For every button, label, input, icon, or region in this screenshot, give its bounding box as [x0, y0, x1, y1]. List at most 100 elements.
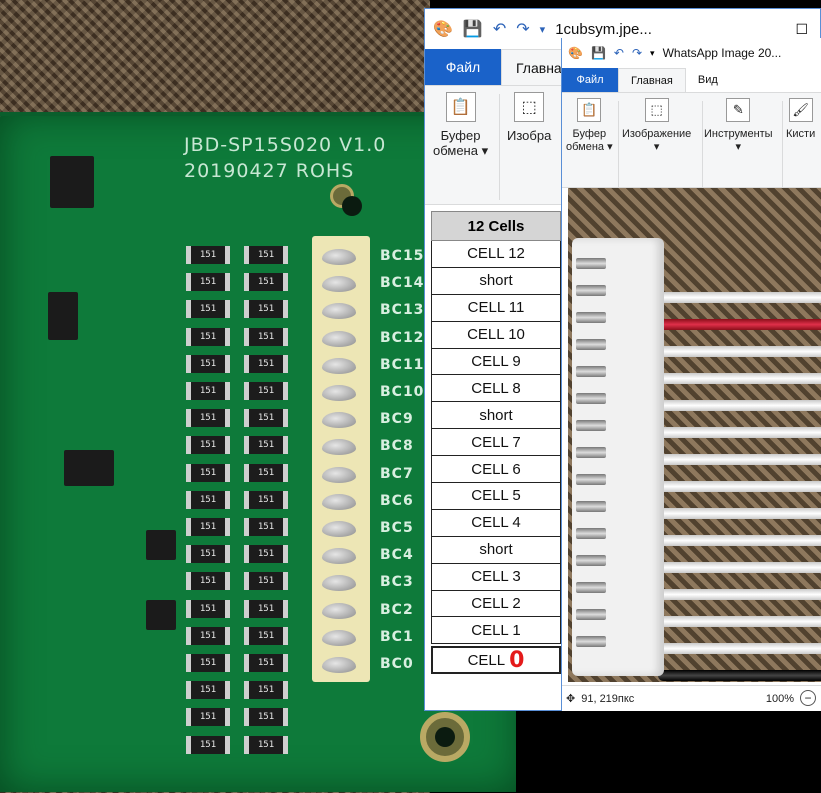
wire — [658, 427, 821, 438]
smd-resistor: 151 — [186, 654, 230, 672]
smd-resistor: 151 — [186, 246, 230, 264]
tab-view[interactable]: Вид — [685, 68, 730, 92]
connector-photo — [568, 188, 821, 682]
cursor-coords: 91, 219пкс — [581, 692, 635, 705]
smd-resistor: 151 — [186, 545, 230, 564]
bc-label: BC5 — [380, 520, 414, 536]
connector-pin — [576, 582, 606, 593]
cell-table-row: CELL 4 — [431, 509, 561, 537]
cell-table-row: CELL 10 — [431, 321, 561, 349]
tab-file[interactable]: Файл — [425, 49, 501, 85]
status-bar: ✥ 91, 219пкс 100% − — [562, 685, 821, 711]
save-icon[interactable]: 💾 — [463, 19, 483, 39]
smd-resistor: 151 — [186, 382, 230, 400]
solder-joint — [322, 629, 356, 646]
connector-pin — [576, 420, 606, 431]
connector-pin — [576, 609, 606, 620]
smd-resistor: 151 — [186, 518, 230, 536]
smd-resistor: 151 — [244, 436, 288, 455]
smd-resistor: 151 — [244, 681, 288, 700]
bc-label: BC14 — [380, 275, 425, 292]
select-icon: ⬚ — [644, 98, 669, 122]
bc-label: BC2 — [380, 601, 414, 618]
smd-resistor: 151 — [244, 463, 288, 482]
bc-label: BC4 — [380, 547, 414, 564]
solder-joint — [322, 657, 356, 673]
smd-resistor: 151 — [186, 599, 230, 618]
tab-home[interactable]: Главная — [618, 68, 686, 92]
clipboard-icon: 📋 — [445, 92, 476, 122]
smd-resistor: 151 — [186, 735, 230, 754]
smd-resistor: 151 — [186, 409, 230, 428]
wire — [658, 535, 821, 546]
solder-joint — [322, 466, 356, 483]
save-icon[interactable]: 💾 — [591, 46, 606, 60]
tools-icon: ✎ — [726, 98, 751, 122]
solder-joint — [322, 602, 356, 619]
cell-table-row: short — [431, 536, 561, 564]
mount-hole-small — [330, 184, 362, 216]
connector-pin — [576, 339, 606, 350]
clipboard-group[interactable]: 📋 Буфер обмена ▾ — [433, 92, 488, 159]
zoom-out-icon[interactable]: − — [800, 690, 816, 706]
cell-table-row: CELL 9 — [431, 348, 561, 376]
smd-resistor: 151 — [244, 735, 288, 754]
mount-hole — [420, 712, 470, 762]
quick-access-dropdown-icon[interactable]: ▾ — [650, 48, 655, 59]
smd-resistor: 151 — [244, 518, 288, 536]
undo-icon[interactable]: ↶ — [614, 46, 624, 60]
bc-label: BC15 — [380, 248, 425, 264]
wire — [658, 562, 821, 573]
solder-joint — [322, 412, 356, 429]
brushes-group[interactable]: 🖌 Кисти — [786, 98, 815, 140]
cell-table-row: CELL 5 — [431, 483, 561, 510]
image-group[interactable]: ⬚ Изобра — [507, 92, 551, 143]
smd-resistor: 151 — [244, 572, 288, 591]
solder-joint — [322, 357, 356, 374]
cell-table: 12 Cells CELL 12 short CELL 11 CELL 10 CELL … — [431, 211, 561, 675]
image-group[interactable]: ⬚ Изображение ▾ — [622, 98, 691, 153]
solder-joint — [322, 303, 356, 320]
window-title-2: WhatsApp Image 20... — [662, 46, 782, 60]
cell-table-row: short — [431, 402, 561, 430]
tab-file[interactable]: Файл — [562, 68, 618, 92]
smd-resistor: 151 — [244, 545, 288, 564]
clipboard-group[interactable]: 📋 Буфер обмена ▾ — [566, 98, 613, 153]
connector-pin — [576, 258, 606, 269]
title-bar-2[interactable]: 🎨 💾 ↶ ↷ ▾ WhatsApp Image 20... — [562, 38, 821, 68]
zoom-level: 100% — [765, 692, 794, 705]
wire — [658, 346, 821, 357]
screen: JBD-SP15S020 V1.0 20190427 ROHS 151 151 15… — [0, 0, 821, 793]
paint-window-2[interactable]: 🎨 💾 ↶ ↷ ▾ WhatsApp Image 20... Файл Глав… — [561, 38, 821, 711]
redo-icon[interactable]: ↷ — [516, 19, 529, 39]
redo-icon[interactable]: ↷ — [632, 46, 642, 60]
regulator-chip — [50, 156, 94, 208]
smd-resistor: 151 — [186, 436, 230, 455]
undo-icon[interactable]: ↶ — [493, 19, 506, 39]
smd-resistor: 151 — [244, 273, 288, 292]
solder-joint — [322, 276, 356, 293]
solder-joint — [322, 521, 356, 537]
tools-group[interactable]: ✎ Инструменты ▾ — [704, 98, 773, 153]
select-icon: ⬚ — [514, 92, 545, 122]
transistor-chip-2 — [146, 600, 176, 630]
smd-resistor: 151 — [244, 354, 288, 373]
quick-access-dropdown-icon[interactable]: ▾ — [540, 23, 546, 36]
cell-table-row: CELL 11 — [431, 294, 561, 322]
bc-label: BC7 — [380, 465, 414, 482]
cell-table-row: CELL 7 — [431, 429, 561, 457]
smd-resistor: 151 — [186, 300, 230, 319]
solder-joint — [322, 548, 356, 565]
pcb-title: JBD-SP15S020 V1.0 — [184, 134, 387, 156]
solder-joint — [322, 439, 356, 456]
solder-joint — [322, 493, 356, 510]
solder-joint — [322, 575, 356, 592]
smd-resistor: 151 — [186, 490, 230, 509]
pcb-date: 20190427 ROHS — [184, 160, 355, 182]
smd-resistor: 151 — [244, 246, 288, 264]
cell-table-row: CELL 3 — [431, 563, 561, 591]
smd-resistor: 151 — [244, 409, 288, 428]
maximize-icon[interactable]: ☐ — [795, 21, 808, 38]
smd-resistor: 151 — [186, 273, 230, 292]
smd-resistor: 151 — [186, 572, 230, 591]
